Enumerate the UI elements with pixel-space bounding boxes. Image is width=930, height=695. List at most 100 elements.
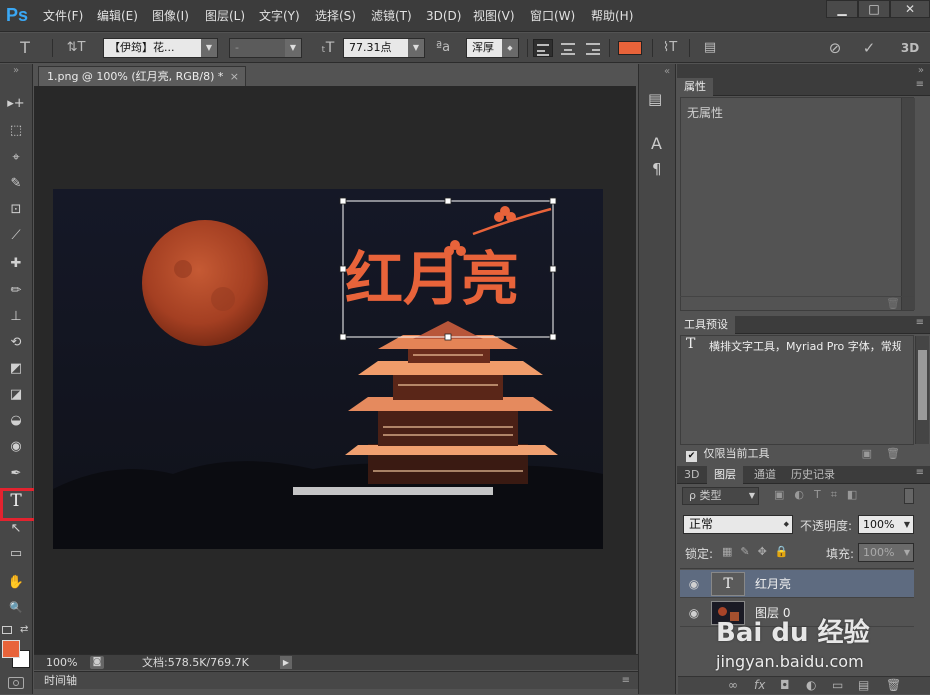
quick-mask-icon[interactable] [8,677,24,689]
warp-text-icon[interactable]: ⌇T [661,40,679,56]
brush-tool-icon[interactable]: ✏ [5,281,27,301]
opacity-input[interactable]: 100% ▼ [858,515,914,534]
3d-icon[interactable]: 3D [899,40,921,56]
current-tool-only-row[interactable]: ✔ 仅限当前工具 ▣ 🗑 [680,446,930,462]
menu-filter[interactable]: 滤镜(T) [371,7,412,25]
eye-icon[interactable]: ◉ [680,599,708,627]
filter-toggle[interactable] [904,488,914,504]
tool-preset-item[interactable]: 横排文字工具，Myriad Pro 字体，常规 [709,338,901,354]
collapse-icon[interactable]: » [5,66,27,76]
path-selection-tool-icon[interactable]: ↖ [5,519,27,539]
menu-help[interactable]: 帮助(H) [591,7,633,25]
menu-image[interactable]: 图像(I) [152,7,189,25]
collapse-icon[interactable]: « [664,66,670,77]
layer-name[interactable]: 红月亮 [755,570,791,598]
dodge-tool-icon[interactable]: ◉ [5,437,27,457]
panel-menu-icon[interactable]: ≡ [916,317,924,328]
antialias-select[interactable]: 浑厚 ◆ [466,38,519,58]
align-center-button[interactable] [558,39,578,57]
pen-tool-icon[interactable]: ✒ [5,464,27,484]
blur-tool-icon[interactable]: ◒ [5,411,27,431]
eyedropper-tool-icon[interactable]: ⟋ [5,226,27,246]
toggle-text-orientation-icon[interactable]: ⇅T [64,40,88,56]
tab-layers[interactable]: 图层 [707,466,743,484]
eye-icon[interactable]: ◉ [680,570,708,598]
align-left-button[interactable] [533,39,553,57]
menu-file[interactable]: 文件(F) [43,7,83,25]
menu-view[interactable]: 视图(V) [473,7,515,25]
lock-icons[interactable]: ▦✎✥🔒 [722,545,797,558]
tab-properties[interactable]: 属性 [677,78,713,96]
menu-select[interactable]: 选择(S) [315,7,356,25]
layer-comps-icon[interactable]: ▤ [648,90,662,108]
move-tool-icon[interactable]: ▸+ [5,94,27,114]
adjustment-layer-icon[interactable]: ◐ [806,678,816,692]
delete-icon[interactable]: 🗑 [680,296,914,312]
menu-3d[interactable]: 3D(D) [426,7,461,25]
layer-row-text[interactable]: ◉ T 红月亮 [680,570,914,598]
character-panel-icon[interactable]: ▤ [701,40,719,56]
document-image[interactable]: 红月亮 [53,189,603,549]
align-right-button[interactable] [583,39,603,57]
font-style-select[interactable]: - ▼ [229,38,302,58]
new-group-icon[interactable]: ▭ [832,678,843,692]
fx-icon[interactable]: fx [754,678,765,692]
eraser-tool-icon[interactable]: ◩ [5,359,27,379]
timeline-panel-bar[interactable]: 时间轴 ≡ [34,671,638,689]
rectangle-tool-icon[interactable]: ▭ [5,544,27,564]
history-brush-tool-icon[interactable]: ⟲ [5,333,27,353]
swap-colors-icon[interactable]: ⇄ [20,624,28,635]
hand-tool-icon[interactable]: ✋ [5,573,27,593]
delete-layer-icon[interactable]: 🗑 [886,678,901,692]
layer-filter-select[interactable]: ρ 类型 ▼ [682,487,759,505]
add-mask-icon[interactable]: ◘ [780,678,790,692]
current-tool-checkbox[interactable]: ✔ [686,451,697,462]
quick-select-tool-icon[interactable]: ✎ [5,174,27,194]
maximize-button[interactable]: □ [858,0,890,18]
default-colors-icon[interactable] [2,626,12,634]
clone-stamp-tool-icon[interactable]: ⊥ [5,307,27,327]
menu-layer[interactable]: 图层(L) [205,7,245,25]
healing-brush-tool-icon[interactable]: ✚ [5,254,27,274]
tab-tool-presets[interactable]: 工具预设 [677,316,735,334]
blend-mode-select[interactable]: 正常 ◆ [683,515,793,534]
menu-type[interactable]: 文字(Y) [259,7,300,25]
panel-menu-icon[interactable]: ≡ [916,79,924,90]
zoom-level[interactable]: 100% [46,655,77,670]
text-color-swatch[interactable] [618,41,642,55]
document-tab[interactable]: 1.png @ 100% (红月亮, RGB/8) * × [38,66,246,86]
delete-icon[interactable]: 🗑 [886,446,900,462]
panel-menu-icon[interactable]: ≡ [622,672,630,689]
layer-filter-icons[interactable]: ▣◐T⌗◧ [774,488,914,504]
foreground-color-swatch[interactable] [2,640,20,658]
scrollbar-thumb[interactable] [918,350,927,420]
font-size-input[interactable]: 77.31点 ▼ [343,38,425,58]
tab-3d[interactable]: 3D [677,466,706,484]
new-preset-icon[interactable]: ▣ [862,446,872,462]
commit-icon[interactable]: ✓ [860,40,878,56]
tab-history[interactable]: 历史记录 [784,466,842,484]
status-icon[interactable]: ◙ [90,656,104,669]
close-window-button[interactable]: ✕ [890,0,930,18]
zoom-tool-icon[interactable]: 🔍 [5,598,27,618]
menu-edit[interactable]: 编辑(E) [97,7,138,25]
cancel-icon[interactable]: ⊘ [826,40,844,56]
font-family-select[interactable]: 【伊筠】花... ▼ [103,38,218,58]
tab-channels[interactable]: 通道 [747,466,783,484]
new-layer-icon[interactable]: ▤ [858,678,869,692]
type-tool-preset-icon[interactable]: T [16,40,34,56]
menu-window[interactable]: 窗口(W) [530,7,575,25]
fill-input[interactable]: 100% ▼ [858,543,914,562]
lasso-tool-icon[interactable]: ⌖ [5,148,27,168]
crop-tool-icon[interactable]: ⊡ [5,200,27,220]
marquee-tool-icon[interactable]: ⬚ [5,121,27,141]
status-menu-arrow-icon[interactable]: ▶ [280,656,292,669]
gradient-tool-icon[interactable]: ◪ [5,385,27,405]
minimize-button[interactable]: ▁ [826,0,858,18]
close-tab-icon[interactable]: × [230,67,239,86]
character-icon[interactable]: A [651,134,662,153]
paragraph-icon[interactable]: ¶ [652,160,662,178]
properties-scrollbar[interactable] [901,98,915,310]
link-layers-icon[interactable]: ∞ [728,678,738,692]
panel-menu-icon[interactable]: ≡ [916,467,924,478]
